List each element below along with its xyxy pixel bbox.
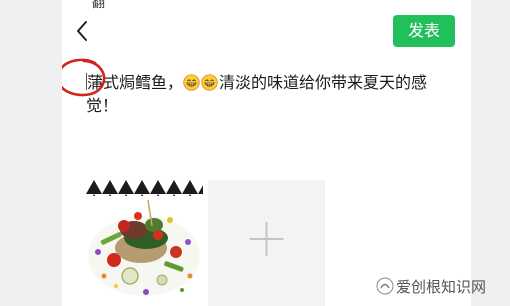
publish-button[interactable]: 发表 [393, 15, 455, 47]
plus-icon [249, 222, 284, 256]
watermark-logo-icon [376, 277, 394, 295]
status-bar-fragment: 翻 [92, 0, 106, 11]
grinning-face-icon [183, 74, 200, 91]
compose-screen: 翻 发表 蒲式焗鳕鱼， 清淡的味道给你带来夏天的感觉！ [62, 0, 471, 306]
site-watermark: 爱创根知识网 [376, 276, 486, 297]
watermark-text: 爱创根知识网 [396, 278, 487, 296]
compose-text-part1: 蒲式焗鳕鱼， [87, 73, 184, 92]
compose-textarea[interactable]: 蒲式焗鳕鱼， 清淡的味道给你带来夏天的感觉！ [86, 71, 456, 117]
food-photo[interactable] [86, 180, 203, 306]
add-photo-button[interactable] [208, 180, 325, 306]
back-icon[interactable] [71, 19, 95, 43]
grinning-face-icon [201, 74, 218, 91]
